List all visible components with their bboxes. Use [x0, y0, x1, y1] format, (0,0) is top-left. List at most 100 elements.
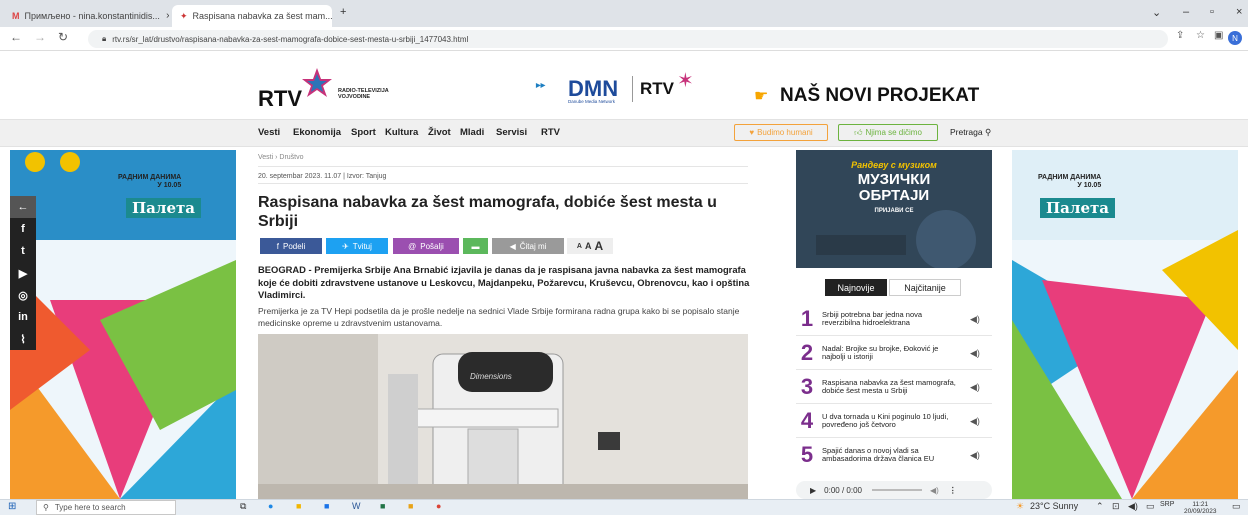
weather-text[interactable]: 23°C Sunny: [1030, 501, 1078, 511]
network-icon[interactable]: ⊡: [1112, 501, 1120, 512]
word-icon[interactable]: W: [352, 501, 361, 511]
notification-tray-icon[interactable]: ▭: [1146, 501, 1155, 512]
article-meta: 20. septembar 2023. 11.07 | Izvor: Tanju…: [258, 173, 387, 180]
list-item[interactable]: 4U dva tornada u Kini poginulo 10 ljudi,…: [796, 406, 992, 436]
share-email-button[interactable]: @ Pošalji: [393, 238, 459, 254]
new-project-banner[interactable]: NAŠ NOVI PROJEKAT: [780, 85, 979, 107]
minimize-icon[interactable]: –: [1183, 6, 1189, 18]
menu-vesti[interactable]: Vesti: [258, 127, 280, 138]
maximize-icon[interactable]: ▫: [1210, 6, 1214, 18]
speaker-icon[interactable]: ◀): [970, 348, 980, 359]
article-title: Raspisana nabavka za šest mamografa, dob…: [258, 194, 717, 230]
list-item[interactable]: 1 Srbiji potrebna bar jedna nova reverzib…: [796, 304, 992, 334]
url-input[interactable]: 🔒︎ rtv.rs/sr_lat/drustvo/raspisana-nabav…: [88, 30, 1168, 48]
menu-kultura[interactable]: Kultura: [385, 127, 418, 138]
speaker-icon[interactable]: ◀): [970, 416, 980, 427]
task-view-icon[interactable]: ⧉: [240, 501, 246, 512]
instagram-icon[interactable]: ◎: [10, 284, 36, 306]
left-ad-banner[interactable]: РАДНИМ ДАНИМА У 10.05 Палета: [10, 150, 236, 499]
facebook-icon[interactable]: f: [10, 218, 36, 240]
list-item[interactable]: 3 Raspisana nabavka za šest mamografa, do…: [796, 372, 992, 402]
bookmark-star-icon[interactable]: ☆: [1196, 30, 1205, 41]
tab-najnovije[interactable]: Najnovije: [825, 279, 887, 296]
font-large-button[interactable]: A: [594, 239, 603, 253]
menu-mladi[interactable]: Mladi: [460, 127, 484, 138]
reload-icon[interactable]: ↻: [58, 30, 68, 44]
ad-schedule-text: РАДНИМ ДАНИМА У 10.05: [1038, 174, 1102, 189]
speaker-icon[interactable]: ◀): [970, 314, 980, 325]
njima-se-dicimo-button[interactable]: 👍︎ Njima se dičimo: [838, 124, 938, 141]
profile-avatar[interactable]: N: [1228, 31, 1242, 45]
new-tab-icon[interactable]: +: [340, 6, 346, 18]
thumbs-up-icon: 👍︎: [854, 127, 863, 137]
excel-icon[interactable]: ■: [380, 501, 385, 511]
divider: [796, 437, 992, 438]
windows-start-icon[interactable]: ⊞: [8, 501, 16, 512]
promo-cta[interactable]: ПРИЈАВИ СЕ: [796, 208, 992, 214]
menu-rtv[interactable]: RTV: [541, 127, 560, 138]
rtv-logo[interactable]: RTV: [258, 86, 302, 112]
close-window-icon[interactable]: ×: [1236, 6, 1242, 18]
linkedin-icon[interactable]: in: [10, 306, 36, 328]
store-icon[interactable]: ■: [324, 501, 329, 511]
youtube-icon[interactable]: ▶: [10, 262, 36, 284]
music-promo-ad[interactable]: Рандеву с музиком МУЗИЧКИ ОБРТАЈИ ПРИЈАВИ…: [796, 150, 992, 268]
dmn-star-icon: ✶: [677, 70, 694, 92]
budimo-humani-button[interactable]: ♥ Budimo humani: [734, 124, 828, 141]
read-aloud-button[interactable]: ◀ Čitaj mi: [492, 238, 564, 254]
list-item[interactable]: 5 Spajić danas o novoj vladi sa ambasador…: [796, 440, 992, 470]
search-icon: ⚲: [984, 127, 992, 137]
ad-paleta-title: Палета: [1040, 198, 1116, 218]
share-message-button[interactable]: ▬: [463, 238, 488, 254]
tab-najcitanije[interactable]: Najčitanije: [889, 279, 961, 296]
menu-servisi[interactable]: Servisi: [496, 127, 527, 138]
font-medium-button[interactable]: A: [585, 241, 592, 251]
facebook-icon: f: [276, 241, 279, 251]
chrome-icon[interactable]: ●: [436, 501, 441, 511]
sidebar-icon[interactable]: ▣: [1214, 30, 1223, 41]
font-small-button[interactable]: A: [577, 243, 582, 250]
tab-rtv[interactable]: ✦ Raspisana nabavka za šest mam...×: [172, 5, 332, 27]
tray-arrow-icon[interactable]: ⌃: [1096, 501, 1104, 512]
rss-icon[interactable]: ⌇: [10, 328, 36, 350]
folder-icon[interactable]: ■: [408, 501, 413, 511]
tab-gmail[interactable]: M Примљено - nina.konstantinidis... ×: [4, 5, 169, 27]
file-explorer-icon[interactable]: ■: [296, 501, 301, 511]
audio-progress-bar[interactable]: [871, 489, 922, 491]
close-icon[interactable]: ×: [160, 11, 169, 22]
menu-zivot[interactable]: Život: [428, 127, 451, 138]
article-lead: BEOGRAD - Premijerka Srbije Ana Brnabić …: [258, 264, 750, 300]
lock-icon: 🔒︎: [102, 34, 107, 43]
social-collapse-icon[interactable]: ←: [10, 196, 36, 218]
clock[interactable]: 11:21 20/09/2023: [1184, 501, 1217, 515]
language-indicator[interactable]: SRP: [1160, 501, 1174, 508]
speaker-icon[interactable]: ◀): [970, 450, 980, 461]
share-icon[interactable]: ⇪: [1176, 30, 1184, 41]
twitter-icon[interactable]: t: [10, 240, 36, 262]
play-icon[interactable]: ▶: [810, 486, 816, 495]
action-center-icon[interactable]: ▭: [1232, 501, 1241, 512]
tab-search-icon[interactable]: ⌄: [1152, 6, 1161, 19]
article-photo[interactable]: Dimensions: [258, 334, 748, 499]
share-facebook-button[interactable]: f Podeli: [260, 238, 322, 254]
menu-sport[interactable]: Sport: [351, 127, 376, 138]
speaker-icon[interactable]: ◀): [970, 382, 980, 393]
weather-sun-icon: ☀: [1016, 501, 1025, 511]
menu-ekonomija[interactable]: Ekonomija: [293, 127, 341, 138]
main-menu-bar: [0, 119, 1248, 147]
rtv-logo-subtitle: RADIO-TELEVIZIJA VOJVODINE: [338, 88, 389, 100]
share-twitter-button[interactable]: ✈ Tvituj: [326, 238, 388, 254]
forward-icon[interactable]: →: [34, 30, 46, 44]
breadcrumb[interactable]: Vesti › Društvo: [258, 154, 304, 161]
volume-tray-icon[interactable]: ◀): [1128, 501, 1138, 512]
volume-icon[interactable]: ◀): [930, 486, 939, 495]
more-options-icon[interactable]: ⋮: [949, 486, 957, 495]
device-brand-label: Dimensions: [470, 372, 512, 381]
list-item[interactable]: 2 Nadal: Brojke su brojke, Đoković je naj…: [796, 338, 992, 368]
edge-icon[interactable]: ●: [268, 501, 273, 511]
taskbar-search-input[interactable]: ⚲ Type here to search: [36, 500, 176, 515]
right-ad-banner[interactable]: РАДНИМ ДАНИМА У 10.05 Палета: [1012, 150, 1238, 499]
search-link[interactable]: Pretraga ⚲: [950, 127, 991, 138]
font-size-controls: A A A: [567, 238, 613, 254]
back-icon[interactable]: ←: [10, 30, 22, 44]
